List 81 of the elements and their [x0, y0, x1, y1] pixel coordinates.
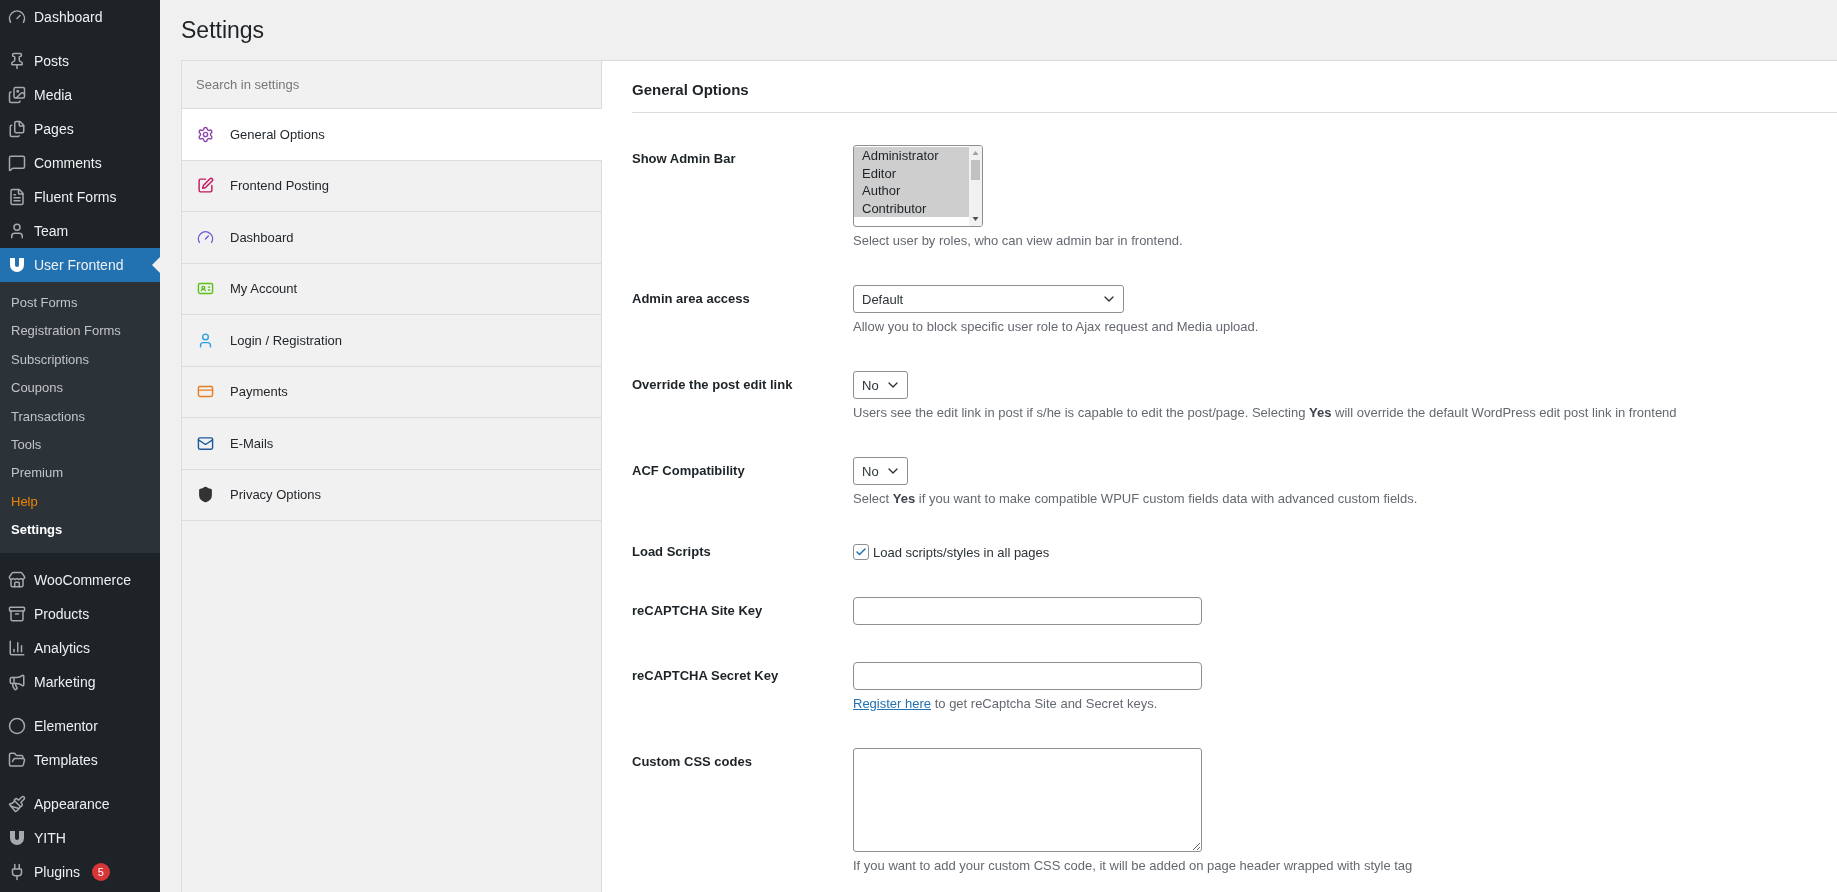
- menu-item[interactable]: Media: [0, 78, 160, 112]
- pages-icon: [8, 120, 26, 138]
- submenu-item[interactable]: Post Forms: [0, 289, 160, 318]
- gear-icon: [197, 125, 214, 143]
- section-title: General Options: [632, 61, 1837, 113]
- select-dropdown[interactable]: No: [853, 457, 908, 485]
- menu-item[interactable]: User Frontend: [0, 248, 160, 282]
- role-option[interactable]: Administrator: [854, 147, 969, 165]
- paintbrush-icon: [8, 794, 26, 813]
- person-icon: [197, 331, 214, 349]
- submenu-item[interactable]: Registration Forms: [0, 317, 160, 346]
- field-description: Register here to get reCaptcha Site and Secret keys.: [853, 696, 1158, 711]
- bar-chart-icon: [8, 638, 26, 657]
- menu-item[interactable]: Templates: [0, 742, 160, 777]
- form-icon: [8, 188, 26, 206]
- scrollbar-icon[interactable]: [969, 146, 982, 226]
- field-description: If you want to add your custom CSS code, it will be added on page header wrapped with style tag: [853, 858, 1413, 873]
- submenu-item[interactable]: Tools: [0, 430, 160, 460]
- select-dropdown[interactable]: Default: [853, 285, 1124, 313]
- role-listbox[interactable]: Administrator Editor Author Contributor: [853, 145, 983, 227]
- menu-item[interactable]: Posts: [0, 44, 160, 78]
- store-icon: [8, 570, 26, 589]
- menu-item[interactable]: WooCommerce: [0, 562, 160, 597]
- archive-icon: [8, 604, 26, 623]
- menu-item[interactable]: Plugins 5: [0, 854, 160, 889]
- submenu-item[interactable]: Premium: [0, 459, 160, 488]
- field-label: Override the post edit link: [632, 376, 794, 392]
- pointer-icon: [152, 257, 160, 273]
- menu-item[interactable]: Elementor: [0, 708, 160, 743]
- submenu-item[interactable]: Transactions: [0, 402, 160, 431]
- menu-item[interactable]: Appearance: [0, 786, 160, 821]
- menu-item[interactable]: Analytics: [0, 630, 160, 665]
- register-link[interactable]: Register here: [853, 696, 932, 711]
- field-label: reCAPTCHA Site Key: [632, 602, 764, 618]
- menu-item[interactable]: Team: [0, 214, 160, 248]
- gauge-icon: [8, 8, 26, 26]
- field-label: reCAPTCHA Secret Key: [632, 667, 780, 683]
- shield-icon: [197, 486, 214, 504]
- envelope-icon: [197, 434, 214, 452]
- images-icon: [8, 86, 26, 104]
- logo-icon: [8, 256, 26, 274]
- field-description: Allow you to block specific user role to Ajax request and Media upload.: [853, 319, 1259, 334]
- text-input[interactable]: [853, 662, 1202, 690]
- page-title: Settings: [181, 15, 266, 45]
- menu-item[interactable]: Products: [0, 596, 160, 631]
- edit-icon: [197, 177, 214, 195]
- submenu-item[interactable]: Help: [0, 487, 160, 517]
- submenu-item[interactable]: Subscriptions: [0, 345, 160, 375]
- menu-item[interactable]: Pages: [0, 112, 160, 146]
- person-icon: [8, 222, 26, 240]
- menu-item[interactable]: YITH: [0, 820, 160, 855]
- field-label: Admin area access: [632, 290, 751, 306]
- css-textarea[interactable]: [853, 748, 1202, 852]
- menu-item[interactable]: Fluent Forms: [0, 180, 160, 214]
- logo-icon: [8, 828, 26, 847]
- menu-item[interactable]: Dashboard: [0, 0, 160, 34]
- checkbox[interactable]: [853, 544, 869, 560]
- speech-bubble-icon: [8, 154, 26, 172]
- text-input[interactable]: [853, 597, 1202, 625]
- field-label: Custom CSS codes: [632, 753, 753, 769]
- field-label: ACF Compatibility: [632, 462, 746, 478]
- circle-icon: [8, 716, 26, 735]
- settings-tab[interactable]: General Options: [182, 109, 602, 161]
- megaphone-icon: [8, 672, 26, 691]
- field-description: Select Yes if you want to make compatible WPUF custom fields data with advanced custom fields.: [853, 491, 1418, 506]
- folder-icon: [8, 750, 26, 769]
- count-badge: 5: [91, 862, 110, 881]
- select-dropdown[interactable]: No: [853, 371, 908, 399]
- role-option[interactable]: Author: [854, 182, 969, 200]
- field-description: Select user by roles, who can view admin bar in frontend.: [853, 233, 1183, 248]
- field-label: Show Admin Bar: [632, 150, 737, 166]
- submenu-item[interactable]: Settings: [0, 516, 160, 545]
- gauge-icon: [197, 228, 214, 246]
- field-description: Users see the edit link in post if s/he is capable to edit the post/page. Selecting Yes will override the default WordPress edit post link in frontend: [853, 405, 1677, 420]
- menu-item[interactable]: Comments: [0, 146, 160, 180]
- menu-item[interactable]: Marketing: [0, 664, 160, 699]
- checkbox-option[interactable]: Load scripts/styles in all pages: [853, 543, 1050, 560]
- pin-icon: [8, 52, 26, 70]
- field-label: Load Scripts: [632, 543, 712, 559]
- submenu-item[interactable]: Coupons: [0, 374, 160, 403]
- check-icon: [855, 546, 867, 558]
